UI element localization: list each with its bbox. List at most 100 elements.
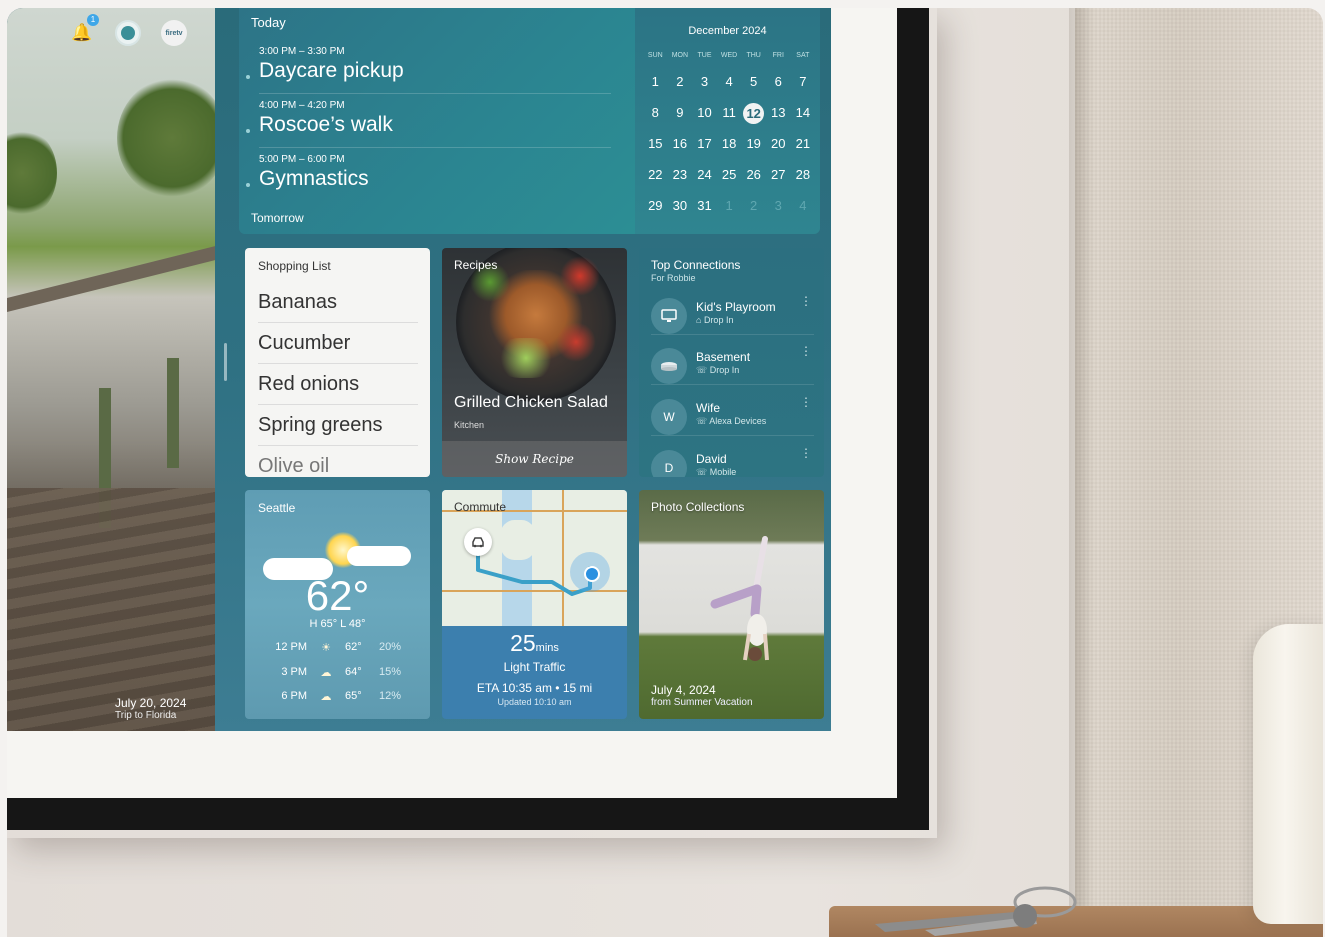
calendar-day[interactable]: 3 <box>692 74 717 105</box>
shopping-list-widget[interactable]: Shopping List Bananas Cucumber Red onion… <box>245 248 430 477</box>
connection-row[interactable]: Kid's Playroom ⌂ Drop In ⋮ <box>651 290 814 335</box>
weather-widget[interactable]: Seattle 62° H 65° L 48° 12 PM ☀ 62° 20% <box>245 490 430 719</box>
cloud-icon: ☁ <box>320 691 332 703</box>
calendar-day-number: 20 <box>771 136 786 151</box>
calendar-day[interactable]: 11 <box>717 105 742 136</box>
calendar-day-number: 29 <box>648 198 663 213</box>
photo-collections-widget[interactable]: Photo Collections July 4, 2024 from Summ… <box>639 490 824 719</box>
calendar-day[interactable]: 26 <box>741 167 766 198</box>
calendar-day[interactable]: 27 <box>766 167 791 198</box>
list-item[interactable]: Cucumber <box>258 332 418 364</box>
event-dot <box>246 129 250 133</box>
calendar-weekday: SUN <box>647 52 663 59</box>
commute-map[interactable]: Commute <box>442 490 627 626</box>
forecast-temp: 64° <box>345 666 362 678</box>
commute-widget[interactable]: Commute 25mins Light Traffic ETA 10:35 a… <box>442 490 627 719</box>
agenda-tomorrow[interactable]: Tomorrow <box>251 211 304 225</box>
calendar-day[interactable]: 9 <box>668 105 693 136</box>
calendar-day[interactable]: 19 <box>741 136 766 167</box>
more-options-icon[interactable]: ⋮ <box>800 447 812 459</box>
firetv-icon[interactable]: firetv <box>161 20 187 46</box>
keys-icon <box>875 886 1077 936</box>
calendar-day[interactable]: 22 <box>643 167 668 198</box>
calendar-day[interactable]: 4 <box>717 74 742 105</box>
list-item[interactable]: Spring greens <box>258 414 418 446</box>
calendar-day[interactable]: 23 <box>668 167 693 198</box>
calendar-day[interactable]: 2 <box>741 198 766 229</box>
calendar-day[interactable]: 5 <box>741 74 766 105</box>
list-item[interactable]: Bananas <box>258 291 418 323</box>
cucumber-image <box>496 338 556 378</box>
phone-icon: ☏ <box>696 365 710 375</box>
palm-tree <box>7 128 57 218</box>
calendar-weekday: SAT <box>796 52 810 59</box>
commute-updated: Updated 10:10 am <box>497 697 572 707</box>
calendar-day-number: 11 <box>722 105 736 120</box>
calendar-day[interactable]: 13 <box>766 105 791 136</box>
more-options-icon[interactable]: ⋮ <box>800 345 812 357</box>
calendar-widget[interactable]: December 2024 SUN MON TUE WED THU FRI SAT 1234… <box>635 8 820 234</box>
calendar-day[interactable]: 1 <box>717 198 742 229</box>
railing-post <box>167 358 179 468</box>
destination-pin-icon <box>570 552 610 592</box>
calendar-day[interactable]: 8 <box>643 105 668 136</box>
agenda-event[interactable]: 5:00 PM – 6:00 PM Gymnastics <box>246 154 611 202</box>
monitor-icon <box>651 298 687 334</box>
top-connections-widget[interactable]: Top Connections For Robbie Kid's Playroo… <box>639 248 824 477</box>
connection-row[interactable]: W Wife ☏ Alexa Devices ⋮ <box>651 391 814 436</box>
commute-title: Commute <box>454 500 507 514</box>
calendar-day[interactable]: 1 <box>643 74 668 105</box>
calendar-day[interactable]: 7 <box>791 74 816 105</box>
calendar-day[interactable]: 30 <box>668 198 693 229</box>
calendar-day[interactable]: 14 <box>791 105 816 136</box>
calendar-day[interactable]: 28 <box>791 167 816 198</box>
calendar-day-number: 13 <box>771 105 786 120</box>
weather-city: Seattle <box>258 501 296 515</box>
agenda-event[interactable]: 4:00 PM – 4:20 PM Roscoe’s walk <box>246 100 611 148</box>
calendar-day[interactable]: 25 <box>717 167 742 198</box>
list-item[interactable]: Red onions <box>258 373 418 405</box>
recipe-source: Kitchen <box>454 420 485 430</box>
calendar-day-number: 1 <box>725 198 733 213</box>
connection-detail: ☏ Mobile <box>696 467 736 477</box>
cloud-icon <box>347 546 411 566</box>
recipe-widget[interactable]: Recipes Grilled Chicken Salad Kitchen Sh… <box>442 248 627 477</box>
calendar-day[interactable]: 10 <box>692 105 717 136</box>
calendar-day[interactable]: 4 <box>791 198 816 229</box>
calendar-day-number: 23 <box>672 167 688 182</box>
calendar-day[interactable]: 12 <box>741 103 766 136</box>
calendar-day[interactable]: 29 <box>643 198 668 229</box>
calendar-day[interactable]: 17 <box>692 136 717 167</box>
more-options-icon[interactable]: ⋮ <box>800 295 812 307</box>
connection-detail: ☏ Alexa Devices <box>696 416 766 427</box>
calendar-weekday: FRI <box>772 52 784 59</box>
calendar-day[interactable]: 3 <box>766 198 791 229</box>
calendar-day-number: 2 <box>676 74 684 89</box>
calendar-day[interactable]: 21 <box>791 136 816 167</box>
connection-detail-text: Drop In <box>709 365 740 375</box>
more-options-icon[interactable]: ⋮ <box>800 396 812 408</box>
calendar-day[interactable]: 20 <box>766 136 791 167</box>
forecast-time: 12 PM <box>275 641 307 653</box>
calendar-day[interactable]: 2 <box>668 74 693 105</box>
connection-row[interactable]: D David ☏ Mobile ⋮ <box>651 442 814 477</box>
notification-bell-icon[interactable]: 🔔 1 <box>69 14 99 46</box>
profile-avatar-icon[interactable] <box>115 20 141 46</box>
panel-divider-handle[interactable] <box>224 343 227 381</box>
cloud-icon: ☁ <box>320 667 332 679</box>
list-item[interactable]: Olive oil <box>258 455 418 477</box>
calendar-day[interactable]: 31 <box>692 198 717 229</box>
calendar-day[interactable]: 16 <box>668 136 693 167</box>
calendar-day-number: 16 <box>672 136 688 151</box>
current-temperature: 62° <box>305 572 370 619</box>
connection-row[interactable]: Basement ☏ Drop In ⋮ <box>651 340 814 385</box>
show-recipe-button[interactable]: Show Recipe <box>442 441 627 477</box>
forecast-row: 12 PM ☀ 62° 20% <box>273 641 413 654</box>
calendar-day[interactable]: 24 <box>692 167 717 198</box>
agenda-widget[interactable]: Today 3:00 PM – 3:30 PM Daycare pickup 4… <box>239 8 635 234</box>
agenda-event[interactable]: 3:00 PM – 3:30 PM Daycare pickup <box>246 46 611 94</box>
calendar-day[interactable]: 18 <box>717 136 742 167</box>
calendar-day[interactable]: 6 <box>766 74 791 105</box>
calendar-day[interactable]: 15 <box>643 136 668 167</box>
photo-panel[interactable]: 🔔 1 firetv July 20, 2024 Trip to Florida <box>7 8 227 731</box>
